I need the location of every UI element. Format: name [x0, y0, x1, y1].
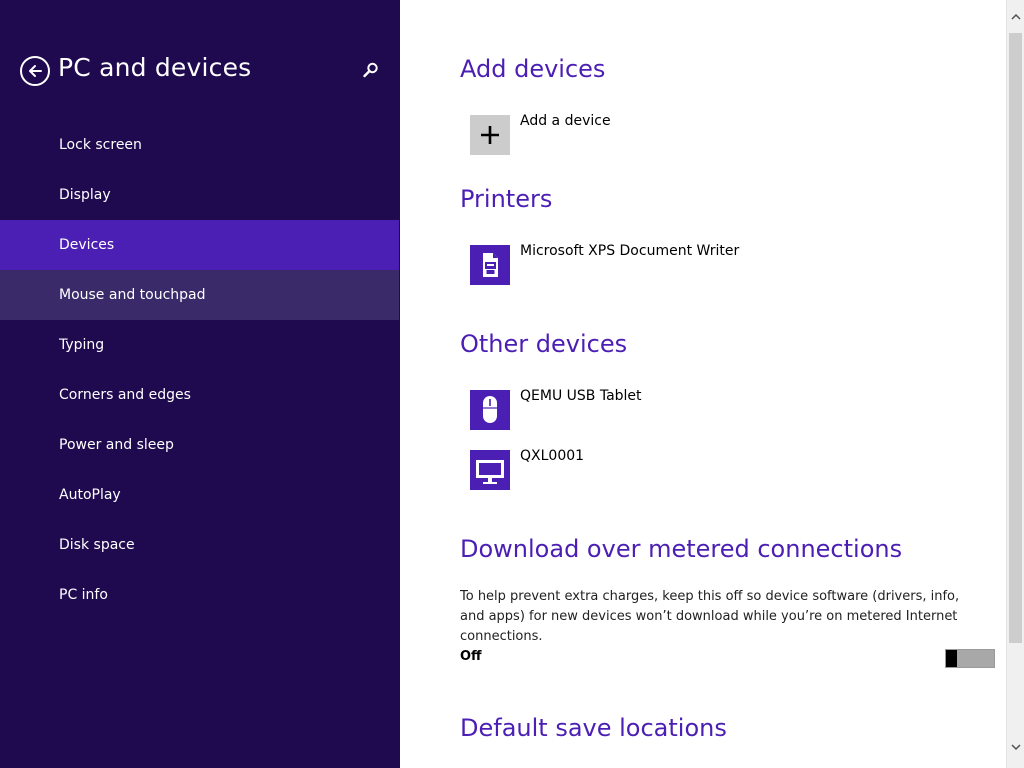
add-device-button[interactable]: Add a device	[470, 113, 950, 155]
mouse-tile	[470, 390, 510, 430]
device-microsoft-xps-document-writer[interactable]: Microsoft XPS Document Writer	[470, 243, 950, 285]
sidebar-item-devices[interactable]: Devices	[0, 220, 399, 270]
device-qemu-usb-tablet[interactable]: QEMU USB Tablet	[470, 388, 950, 430]
save-locations-heading: Default save locations	[460, 714, 727, 742]
device-label: Microsoft XPS Document Writer	[520, 243, 740, 259]
search-button[interactable]	[362, 61, 380, 79]
sidebar-item-display[interactable]: Display	[0, 170, 399, 220]
sidebar-item-mouse-and-touchpad[interactable]: Mouse and touchpad	[0, 270, 399, 320]
printers-heading: Printers	[460, 185, 553, 213]
main-content: Add devices Add a device Printers Micros…	[400, 0, 1006, 768]
metered-toggle[interactable]	[945, 649, 995, 668]
monitor-icon	[476, 460, 504, 484]
back-arrow-icon	[29, 65, 42, 77]
plus-icon	[481, 126, 499, 144]
add-device-tile	[470, 115, 510, 155]
sidebar: PC and devices Lock screen Display Devic…	[0, 0, 400, 768]
sidebar-item-pc-info[interactable]: PC info	[0, 570, 399, 620]
monitor-tile	[470, 450, 510, 490]
sidebar-item-typing[interactable]: Typing	[0, 320, 399, 370]
vertical-scrollbar[interactable]	[1006, 0, 1024, 768]
sidebar-item-power-and-sleep[interactable]: Power and sleep	[0, 420, 399, 470]
printer-tile	[470, 245, 510, 285]
scroll-up-button[interactable]	[1007, 8, 1024, 26]
other-devices-heading: Other devices	[460, 330, 628, 358]
toggle-thumb	[946, 650, 957, 667]
device-label: QEMU USB Tablet	[520, 388, 642, 404]
metered-toggle-state: Off	[460, 649, 482, 664]
mouse-icon	[483, 396, 497, 423]
sidebar-item-disk-space[interactable]: Disk space	[0, 520, 399, 570]
sidebar-nav: Lock screen Display Devices Mouse and to…	[0, 120, 399, 620]
device-qxl0001[interactable]: QXL0001	[470, 448, 950, 490]
add-device-label: Add a device	[520, 113, 611, 129]
scroll-down-button[interactable]	[1007, 738, 1024, 756]
search-icon	[363, 62, 378, 78]
back-button[interactable]	[20, 56, 50, 86]
scroll-thumb[interactable]	[1009, 33, 1022, 643]
chevron-down-icon	[1011, 744, 1021, 751]
add-devices-heading: Add devices	[460, 55, 606, 83]
metered-description: To help prevent extra charges, keep this…	[460, 589, 960, 644]
sidebar-item-corners-and-edges[interactable]: Corners and edges	[0, 370, 399, 420]
sidebar-item-autoplay[interactable]: AutoPlay	[0, 470, 399, 520]
metered-connections-heading: Download over metered connections	[460, 535, 903, 563]
page-title: PC and devices	[58, 53, 252, 82]
chevron-up-icon	[1011, 13, 1021, 20]
printer-icon	[483, 253, 498, 277]
device-label: QXL0001	[520, 448, 585, 464]
sidebar-header: PC and devices	[20, 53, 385, 87]
sidebar-item-lock-screen[interactable]: Lock screen	[0, 120, 399, 170]
